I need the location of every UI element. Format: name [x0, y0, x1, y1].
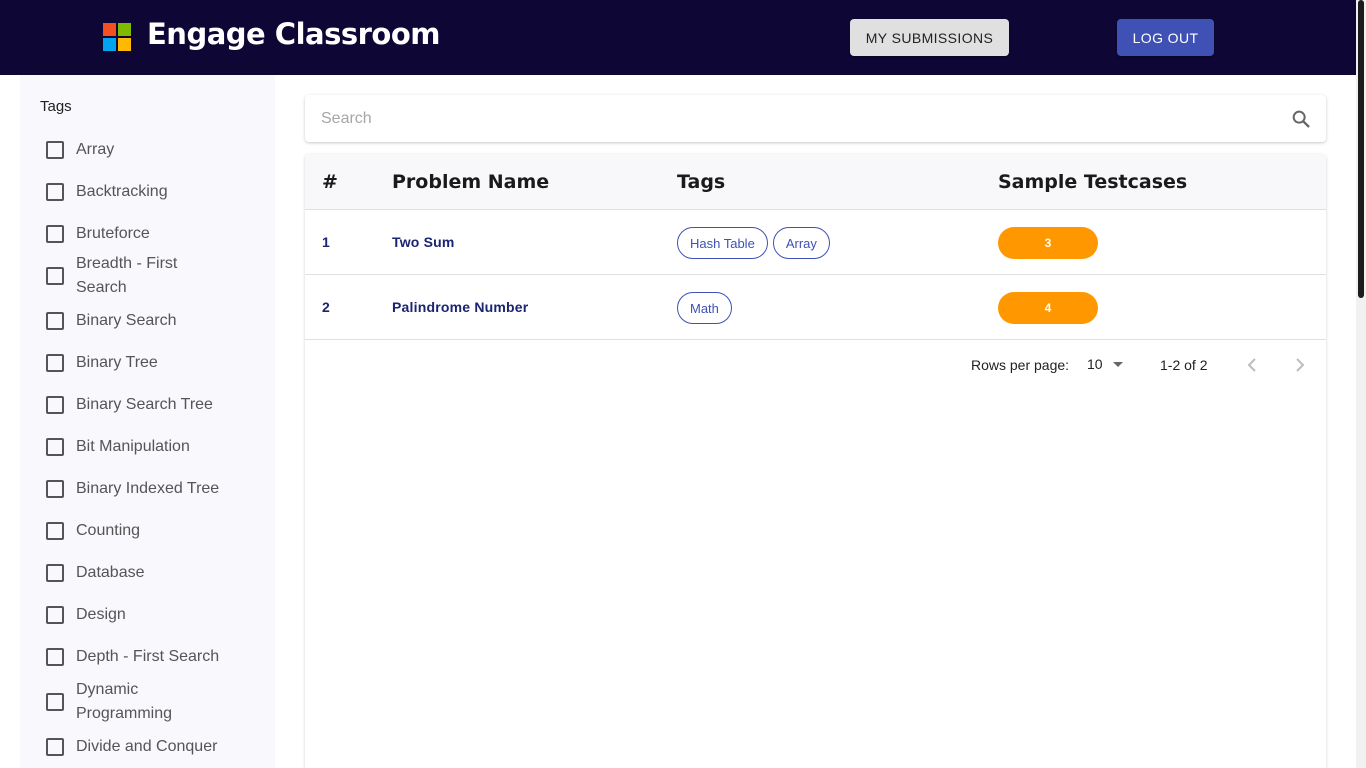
checkbox[interactable] — [46, 354, 64, 372]
checkbox[interactable] — [46, 522, 64, 540]
problem-name-link[interactable]: Palindrome Number — [392, 299, 528, 315]
problem-name-link[interactable]: Two Sum — [392, 234, 455, 250]
column-header-sample-testcases: Sample Testcases — [998, 171, 1188, 193]
tag-filter-label: Database — [76, 564, 145, 581]
problem-number: 2 — [322, 299, 330, 315]
rows-per-page-value: 10 — [1087, 356, 1103, 372]
tag-filter-bruteforce[interactable]: Bruteforce — [46, 222, 226, 246]
checkbox[interactable] — [46, 312, 64, 330]
tag-filter-binary-indexed-tree[interactable]: Binary Indexed Tree — [46, 477, 236, 501]
tag-filter-binary-search-tree[interactable]: Binary Search Tree — [46, 393, 226, 417]
search-icon[interactable] — [1290, 108, 1312, 130]
tag-filter-design[interactable]: Design — [46, 603, 226, 627]
tag-filter-backtracking[interactable]: Backtracking — [46, 180, 226, 204]
search-input[interactable] — [321, 107, 1261, 131]
pagination-range: 1-2 of 2 — [1160, 357, 1208, 373]
tag-filter-label: Counting — [76, 522, 141, 539]
testcase-count-badge: 3 — [998, 227, 1098, 259]
tag-filter-divide-and-conquer[interactable]: Divide and Conquer — [46, 735, 236, 759]
tag-filter-array[interactable]: Array — [46, 138, 226, 162]
checkbox[interactable] — [46, 648, 64, 666]
tag-chips: Math — [677, 292, 732, 324]
checkbox[interactable] — [46, 480, 64, 498]
page-scrollbar[interactable] — [1356, 0, 1366, 768]
next-page-icon[interactable] — [1288, 353, 1312, 377]
tag-filter-database[interactable]: Database — [46, 561, 226, 585]
tag-filter-counting[interactable]: Counting — [46, 519, 226, 543]
tag-filter-label: Bit Manipulation — [76, 438, 190, 455]
checkbox[interactable] — [46, 267, 64, 285]
rows-per-page-select[interactable]: 10 — [1087, 356, 1123, 372]
column-header-problem-name: Problem Name — [392, 171, 550, 193]
tag-filter-label: Array — [76, 141, 115, 158]
tag-filter-label: Breadth - First Search — [76, 255, 178, 296]
checkbox[interactable] — [46, 438, 64, 456]
tag-filter-label: Backtracking — [76, 183, 168, 200]
scrollbar-thumb[interactable] — [1358, 0, 1364, 298]
tag-filter-depth-first-search[interactable]: Depth - First Search — [46, 645, 236, 669]
tag-chip[interactable]: Hash Table — [677, 227, 768, 259]
tag-filter-label: Design — [76, 606, 126, 623]
checkbox[interactable] — [46, 183, 64, 201]
tag-chip[interactable]: Math — [677, 292, 732, 324]
tag-filter-label: Depth - First Search — [76, 648, 220, 665]
checkbox[interactable] — [46, 606, 64, 624]
tag-chip[interactable]: Array — [772, 227, 830, 259]
checkbox[interactable] — [46, 564, 64, 582]
my-submissions-button[interactable]: MY SUBMISSIONS — [850, 19, 1009, 56]
microsoft-logo-icon — [103, 23, 131, 51]
checkbox[interactable] — [46, 141, 64, 159]
testcase-count-badge: 4 — [998, 292, 1098, 324]
tag-filter-binary-search[interactable]: Binary Search — [46, 309, 226, 333]
previous-page-icon[interactable] — [1240, 353, 1264, 377]
tag-filter-label: Binary Search Tree — [76, 396, 213, 413]
column-header-tags: Tags — [677, 171, 726, 193]
tag-filter-breadth-first-search[interactable]: Breadth - First Search — [46, 252, 196, 300]
tag-filter-label: Divide and Conquer — [76, 738, 218, 755]
tag-filter-label: Bruteforce — [76, 225, 150, 242]
checkbox[interactable] — [46, 396, 64, 414]
tag-filter-label: Binary Indexed Tree — [76, 480, 220, 497]
tag-chips: Hash Table Array — [677, 227, 830, 259]
table-row[interactable]: 1 Two Sum Hash Table Array 3 — [305, 210, 1326, 275]
tag-filter-label: Binary Tree — [76, 354, 158, 371]
dropdown-arrow-icon — [1112, 361, 1123, 367]
tag-filter-dynamic-programming[interactable]: Dynamic Programming — [46, 678, 196, 726]
top-app-bar: Engage Classroom MY SUBMISSIONS LOG OUT — [0, 0, 1356, 75]
table-row[interactable]: 2 Palindrome Number Math 4 — [305, 275, 1326, 340]
tag-filter-binary-tree[interactable]: Binary Tree — [46, 351, 226, 375]
logout-button[interactable]: LOG OUT — [1117, 19, 1214, 56]
tag-filter-label: Binary Search — [76, 312, 177, 329]
problems-table: # Problem Name Tags Sample Testcases 1 T… — [305, 154, 1326, 768]
app-title: Engage Classroom — [147, 17, 441, 51]
sidebar-title: Tags — [40, 98, 72, 115]
checkbox[interactable] — [46, 225, 64, 243]
column-header-number: # — [322, 171, 338, 193]
tag-filter-bit-manipulation[interactable]: Bit Manipulation — [46, 435, 226, 459]
checkbox[interactable] — [46, 738, 64, 756]
rows-per-page-label: Rows per page: — [971, 357, 1070, 373]
checkbox[interactable] — [46, 693, 64, 711]
problem-number: 1 — [322, 234, 330, 250]
search-bar — [305, 95, 1326, 142]
tag-filter-label: Dynamic Programming — [76, 681, 173, 722]
tags-sidebar: Tags Array Backtracking Bruteforce Bread… — [20, 75, 275, 768]
table-header: # Problem Name Tags Sample Testcases — [305, 154, 1326, 210]
